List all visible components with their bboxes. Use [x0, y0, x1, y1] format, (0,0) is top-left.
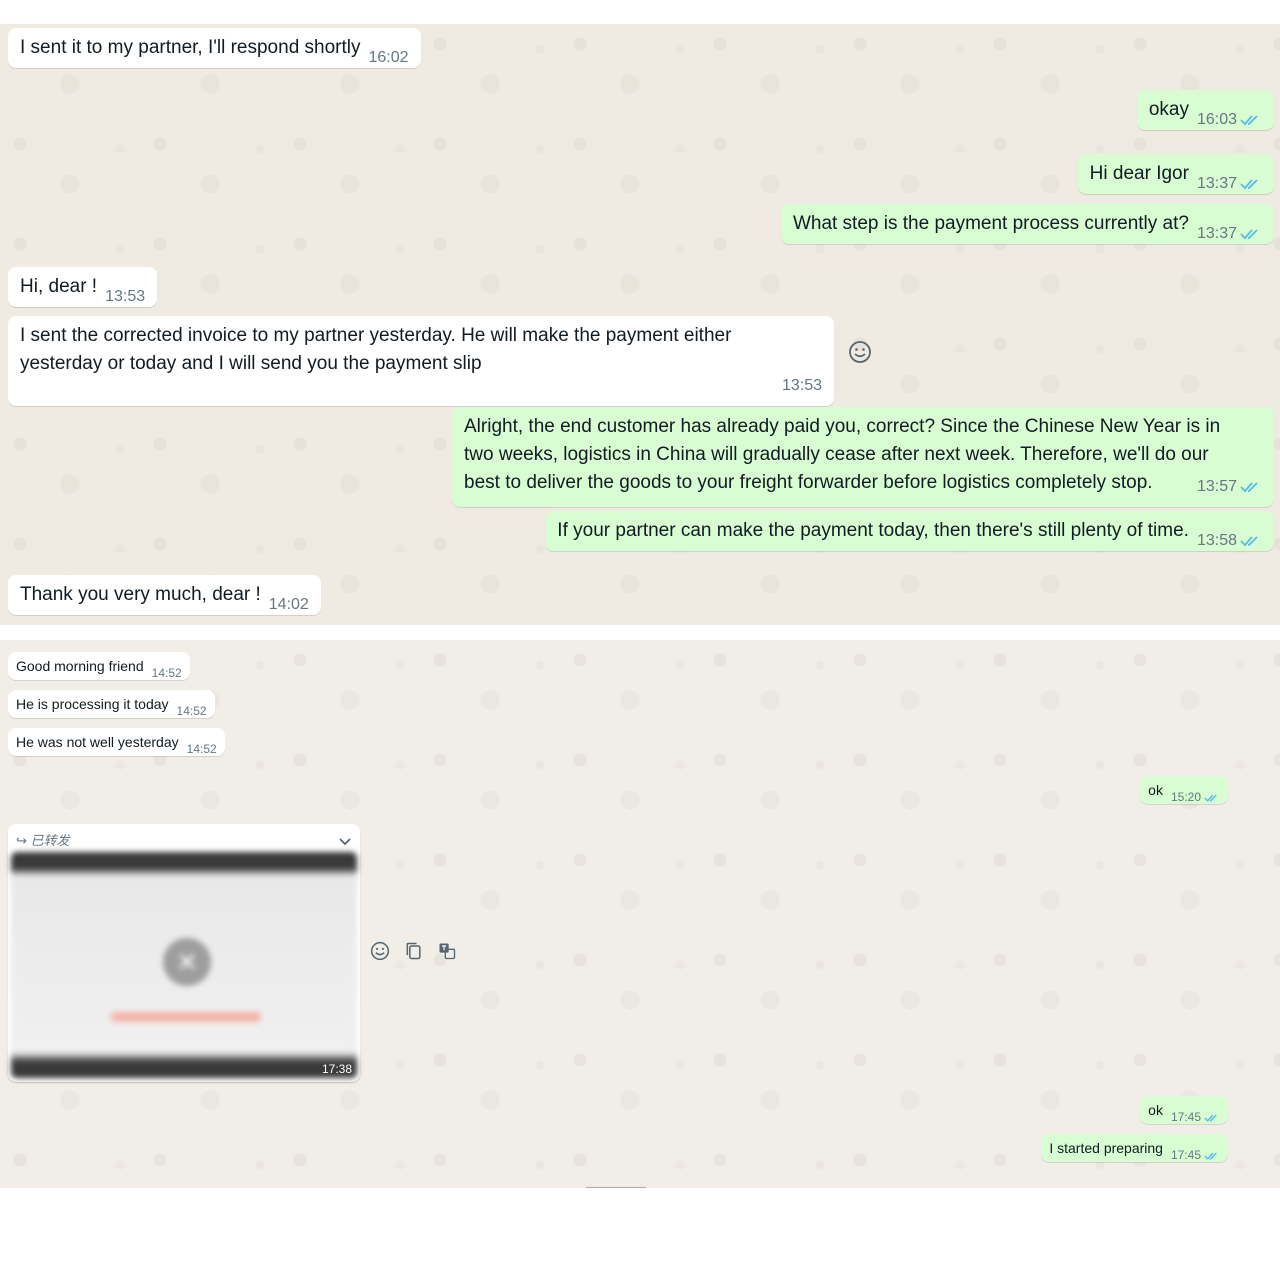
chevron-down-icon[interactable] [336, 832, 354, 850]
message-time: 13:58 [1196, 532, 1237, 549]
message-time: 17:45 [1170, 1148, 1201, 1162]
message-text: ok [1148, 1102, 1163, 1118]
message-time: 13:37 [1196, 175, 1237, 192]
message-time: 14:02 [268, 596, 309, 613]
message-time: 16:03 [1196, 111, 1237, 128]
double-check-icon [1240, 536, 1258, 547]
double-check-icon [1240, 482, 1258, 493]
message-bubble[interactable]: ok 15:20 [1140, 776, 1228, 804]
message-bubble[interactable]: okay 16:03 [1136, 90, 1274, 130]
blurred-image[interactable]: ✕ [11, 852, 357, 1078]
message-text: He is processing it today [16, 696, 169, 712]
emoji-smile-icon[interactable] [370, 941, 390, 961]
message-bubble[interactable]: He is processing it today 14:52 [8, 690, 215, 718]
message-bubble[interactable]: If your partner can make the payment tod… [545, 511, 1274, 551]
message-bubble[interactable]: Thank you very much, dear ! 14:02 [8, 575, 321, 615]
close-icon: ✕ [163, 938, 211, 986]
double-check-icon [1240, 229, 1258, 240]
message-bubble[interactable]: I sent the corrected invoice to my partn… [8, 316, 834, 406]
double-check-icon [1240, 115, 1258, 126]
message-time: 14:52 [176, 704, 207, 718]
chat-screenshot-top: I sent it to my partner, I'll respond sh… [0, 24, 1280, 625]
message-text: Hi dear Igor [1089, 163, 1189, 184]
blurred-text [111, 1012, 261, 1022]
message-text-line: two weeks, logistics in China will gradu… [464, 444, 1209, 465]
message-bubble[interactable]: I sent it to my partner, I'll respond sh… [8, 28, 421, 68]
double-check-icon [1204, 1114, 1217, 1122]
message-text: If your partner can make the payment tod… [557, 520, 1189, 541]
cutoff-text: —————— [586, 1182, 646, 1188]
message-bubble[interactable]: Hi, dear ! 13:53 [8, 267, 158, 307]
forwarded-label: ↪ 已转发 [16, 833, 70, 848]
message-time: 15:20 [1170, 790, 1201, 804]
translate-icon[interactable] [437, 941, 457, 961]
message-bubble[interactable]: I started preparing 17:45 [1041, 1134, 1228, 1162]
message-text: Hi, dear ! [20, 276, 98, 297]
double-check-icon [1240, 179, 1258, 190]
message-text-line: I sent the corrected invoice to my partn… [20, 325, 732, 346]
message-bubble[interactable]: Hi dear Igor 13:37 [1077, 154, 1274, 194]
message-text: Thank you very much, dear ! [20, 584, 261, 605]
chat-screenshot-bottom: Good morning friend 14:52 He is processin… [0, 640, 1280, 1188]
message-bubble[interactable]: Good morning friend 14:52 [8, 652, 190, 680]
message-time: 16:02 [368, 49, 409, 66]
forward-arrow-icon: ↪ [16, 833, 31, 848]
message-text: I sent it to my partner, I'll respond sh… [20, 37, 361, 58]
message-text: He was not well yesterday [16, 734, 179, 750]
message-text: I started preparing [1049, 1140, 1163, 1156]
message-bubble[interactable]: What step is the payment process current… [780, 204, 1274, 244]
message-time: 17:38 [321, 1062, 352, 1076]
message-time: 13:53 [105, 288, 146, 305]
message-time: 14:52 [186, 742, 217, 756]
message-text: Good morning friend [16, 658, 144, 674]
message-bubble[interactable]: He was not well yesterday 14:52 [8, 728, 225, 756]
message-bubble[interactable]: Alright, the end customer has already pa… [452, 407, 1274, 507]
double-check-icon [1204, 794, 1217, 802]
message-text: ok [1148, 782, 1163, 798]
message-time: 17:45 [1170, 1110, 1201, 1124]
message-text: What step is the payment process current… [792, 213, 1189, 234]
message-text: okay [1148, 99, 1189, 120]
message-text-line: best to deliver the goods to your freigh… [464, 472, 1153, 493]
message-bubble[interactable]: ok 17:45 [1140, 1096, 1228, 1124]
message-time: 13:57 [1196, 478, 1237, 495]
message-time: 14:52 [151, 666, 182, 680]
message-time: 13:37 [1196, 225, 1237, 242]
double-check-icon [1204, 1152, 1217, 1160]
forwarded-media-message[interactable]: ↪ 已转发 ✕ 17:38 [8, 824, 360, 1082]
message-text-line: Alright, the end customer has already pa… [464, 416, 1221, 437]
emoji-smile-icon[interactable] [848, 340, 872, 364]
copy-icon[interactable] [404, 941, 424, 961]
